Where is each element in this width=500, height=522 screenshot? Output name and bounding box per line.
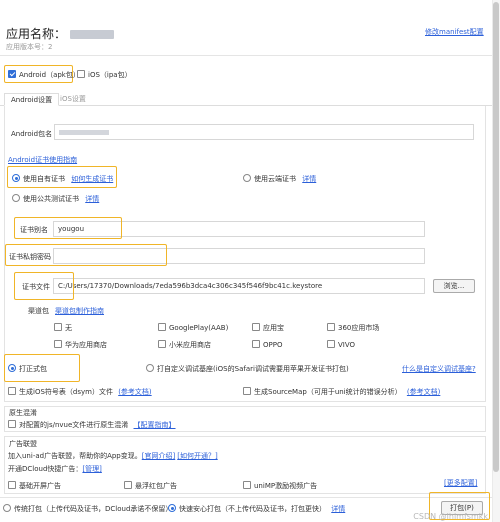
channel-guide-link[interactable]: 渠道包制作指南 (55, 306, 104, 316)
channel-googleplay-checkbox[interactable]: GooglePlay(AAB) (158, 323, 228, 332)
sourcemap-checkbox[interactable]: 生成SourceMap（可用于uni统计的错误分析） (参考文档) (243, 387, 440, 397)
checkbox-icon (327, 323, 335, 331)
ad-more-config-link[interactable]: [更多配置] (444, 478, 477, 488)
video-ad-checkbox[interactable]: uniMP激励视频广告 (243, 481, 317, 491)
checkbox-icon (243, 387, 251, 395)
radio-icon (3, 504, 11, 512)
channel-yingyongbao-checkbox[interactable]: 应用宝 (252, 323, 284, 333)
checkbox-icon (327, 340, 335, 348)
ad-union-intro: 加入uni-ad广告联盟，帮助你的App变现。[官网介绍] [如何开通？] (8, 452, 218, 460)
cert-file-label: 证书文件 (22, 283, 50, 291)
custom-base-help-link[interactable]: 什么是自定义调试基座? (402, 364, 476, 374)
watermark: CSDN @lhimfsmkk (413, 512, 488, 521)
checkbox-icon (158, 323, 166, 331)
radio-icon (12, 194, 20, 202)
ad-official-intro-link[interactable]: [官网介绍] (142, 452, 175, 460)
app-name-row: 应用名称： (6, 25, 115, 42)
radio-checked-icon (12, 174, 20, 182)
cloud-cert-radio[interactable]: 使用云端证书 详情 (243, 174, 316, 184)
channel-none-checkbox[interactable]: 无 (54, 323, 72, 333)
channel-vivo-checkbox[interactable]: VIVO (327, 340, 355, 349)
traditional-pack-radio[interactable]: 传统打包（上传代码及证书，DCloud承诺不保留） (3, 504, 172, 514)
ad-manage-link[interactable]: [管理] (82, 465, 101, 473)
android-platform-checkbox[interactable]: Android（apk包） (8, 70, 80, 80)
cloud-cert-detail-link[interactable]: 详情 (302, 175, 316, 183)
dcloud-quick-ad: 开通DCloud快捷广告：[管理] (8, 465, 102, 473)
formal-build-radio[interactable]: 打正式包 (8, 364, 47, 374)
checkbox-icon (54, 323, 62, 331)
app-version: 应用版本号：2 (6, 43, 53, 51)
checkbox-icon (8, 387, 16, 395)
radio-checked-icon (8, 364, 16, 372)
checkbox-icon (124, 481, 132, 489)
checkbox-checked-icon (8, 70, 16, 78)
radio-icon (146, 364, 154, 372)
channel-oppo-checkbox[interactable]: OPPO (252, 340, 282, 349)
channel-label: 渠道包 (28, 307, 49, 315)
cert-password-label: 证书私钥密码 (9, 253, 51, 261)
package-name-label: Android包名 (11, 130, 53, 138)
safe-pack-radio[interactable]: 快速安心打包（不上传代码及证书，打包更快） 详情 (168, 504, 345, 514)
native-obfuscation-guide-link[interactable]: 【配置指南】 (134, 421, 176, 429)
checkbox-icon (252, 340, 260, 348)
browse-button[interactable]: 浏览... (433, 279, 475, 293)
app-name-label: 应用名称： (6, 27, 67, 41)
splash-ad-checkbox[interactable]: 基础开屏广告 (8, 481, 61, 491)
ad-union-title: 广告联盟 (9, 440, 37, 448)
checkbox-icon (158, 340, 166, 348)
package-name-input[interactable] (54, 124, 474, 140)
ios-platform-checkbox[interactable]: iOS（ipa包） (77, 70, 132, 80)
package-name-redacted (59, 129, 109, 135)
cert-alias-label: 证书别名 (20, 226, 48, 234)
checkbox-icon (8, 420, 16, 428)
native-obfuscation-checkbox[interactable]: 对配置的js/nvue文件进行原生混淆 【配置指南】 (8, 420, 176, 430)
checkbox-icon (77, 70, 85, 78)
dsym-doc-link[interactable]: (参考文档) (118, 388, 151, 396)
tab-ios-settings[interactable]: iOS设置 (54, 93, 92, 106)
checkbox-icon (243, 481, 251, 489)
sourcemap-doc-link[interactable]: (参考文档) (407, 388, 440, 396)
checkbox-icon (54, 340, 62, 348)
radio-checked-icon (168, 504, 176, 512)
cert-guide-link[interactable]: Android证书使用指南 (8, 155, 77, 165)
public-cert-radio[interactable]: 使用公共测试证书 详情 (12, 194, 99, 204)
how-to-generate-cert-link[interactable]: 如何生成证书 (71, 175, 113, 183)
native-obfuscation-title: 原生混淆 (9, 409, 37, 417)
public-cert-detail-link[interactable]: 详情 (85, 195, 99, 203)
checkbox-icon (252, 323, 260, 331)
tab-android-settings[interactable]: Android设置 (4, 93, 60, 106)
channel-xiaomi-checkbox[interactable]: 小米应用商店 (158, 340, 211, 350)
divider (0, 497, 492, 498)
scrollbar-thumb[interactable] (493, 2, 499, 472)
edit-manifest-link[interactable]: 修改manifest配置 (425, 27, 484, 37)
ad-how-to-open-link[interactable]: [如何开通？] (177, 452, 217, 460)
channel-360-checkbox[interactable]: 360应用市场 (327, 323, 379, 333)
checkbox-icon (8, 481, 16, 489)
channel-huawei-checkbox[interactable]: 华为应用商店 (54, 340, 107, 350)
platform-tabs: Android设置 iOS设置 (0, 93, 492, 106)
dsym-checkbox[interactable]: 生成iOS符号表（dsym）文件 (参考文档) (8, 387, 152, 397)
cert-file-input[interactable]: C:/Users/17370/Downloads/7eda596b3dca4c3… (53, 278, 425, 294)
divider (0, 55, 492, 56)
own-cert-radio[interactable]: 使用自有证书 如何生成证书 (12, 174, 113, 184)
custom-base-radio[interactable]: 打自定义调试基座(iOS的Safari调试需要用苹果开发证书打包) (146, 364, 349, 374)
app-name-redacted (70, 30, 115, 39)
redpack-ad-checkbox[interactable]: 悬浮红包广告 (124, 481, 177, 491)
safe-pack-detail-link[interactable]: 详情 (331, 505, 345, 513)
radio-icon (243, 174, 251, 182)
